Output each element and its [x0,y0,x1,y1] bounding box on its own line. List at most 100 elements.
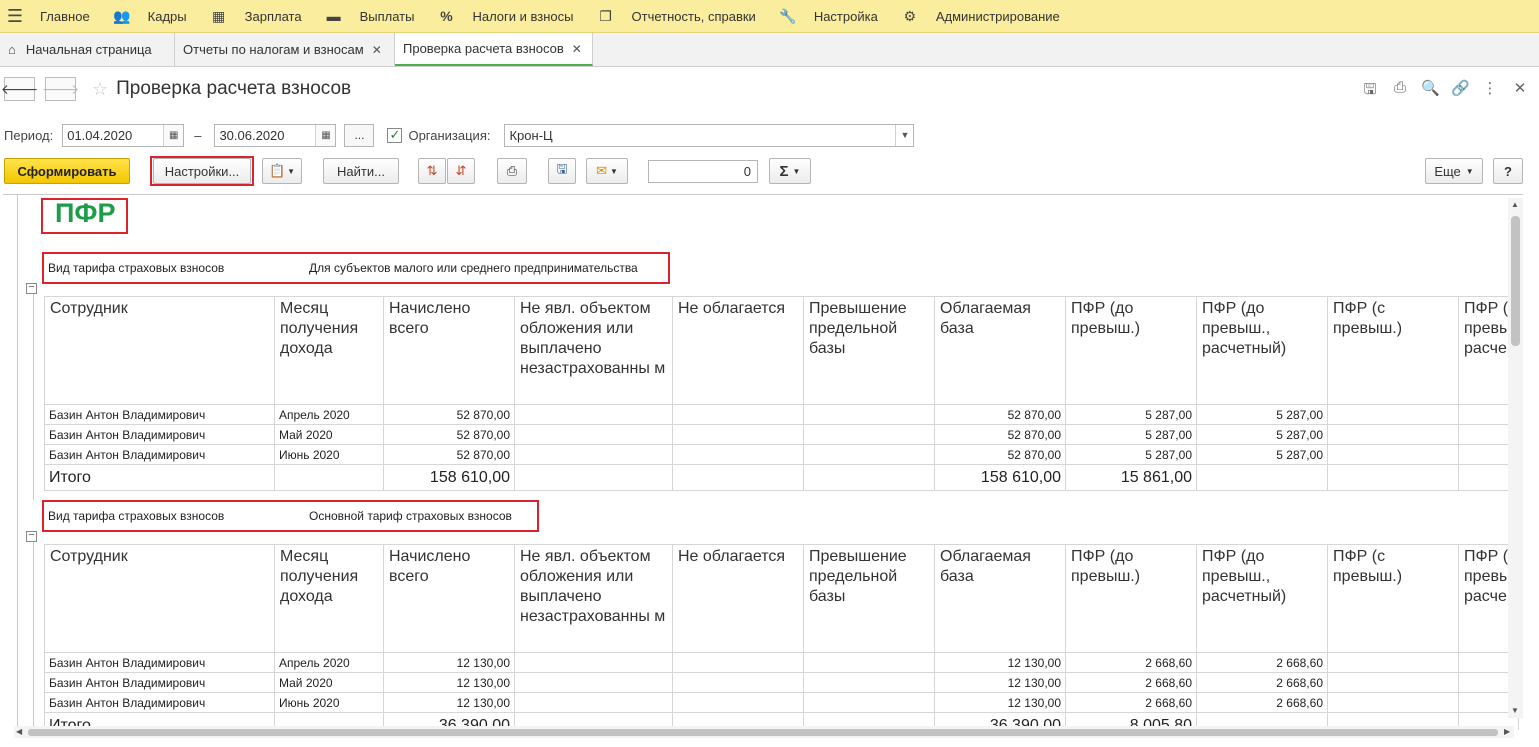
cell[interactable] [672,404,804,425]
menu-item-taxes[interactable]: % Налоги и взносы [426,0,585,33]
date-from-field[interactable]: 01.04.2020 ▦ [62,123,185,147]
cell[interactable] [1327,404,1459,425]
back-button[interactable]: 🡐 [1,77,38,101]
cell[interactable]: 5 287,00 [1196,424,1328,445]
link-icon[interactable]: 🔗 [1451,79,1470,104]
cell[interactable] [672,424,804,445]
cell[interactable]: Май 2020 [274,424,384,445]
save-button[interactable]: 🖫 [548,158,576,184]
cell[interactable]: 52 870,00 [383,404,515,425]
cell[interactable]: Базин Антон Владимирович [44,424,275,445]
calendar-icon[interactable]: ▦ [315,124,336,146]
cell[interactable]: Базин Антон Владимирович [44,444,275,465]
collapse-group-icon[interactable]: − [26,283,37,294]
cell[interactable] [672,672,804,693]
cell[interactable] [672,444,804,465]
report-spreadsheet[interactable]: ПФР Вид тарифа страховых взносов Для суб… [3,194,1523,730]
menu-item-admin[interactable]: ⚙ Администрирование [890,0,1072,33]
cell[interactable]: 52 870,00 [934,424,1066,445]
table-row[interactable]: Базин Антон Владимирович Июнь 2020 12 13… [44,692,1519,713]
cell[interactable]: 5 287,00 [1196,404,1328,425]
cell[interactable] [803,652,935,673]
cell[interactable]: 2 668,60 [1065,692,1197,713]
cell[interactable]: 5 287,00 [1065,404,1197,425]
cell[interactable]: Базин Антон Владимирович [44,652,275,673]
chevron-down-icon[interactable]: ▼ [895,124,913,146]
send-email-button[interactable]: ✉ ▼ [586,158,628,184]
hamburger-menu-icon[interactable]: ☰ [0,0,30,33]
cell[interactable] [514,464,673,491]
cell[interactable] [803,444,935,465]
cell[interactable]: 5 287,00 [1065,444,1197,465]
cell[interactable] [1327,692,1459,713]
date-from-value[interactable]: 01.04.2020 [63,125,163,146]
cell[interactable] [672,652,804,673]
cell[interactable]: Апрель 2020 [274,652,384,673]
cell[interactable]: 52 870,00 [934,404,1066,425]
vertical-scrollbar[interactable]: ▲ ▼ [1508,198,1523,718]
scroll-down-icon[interactable]: ▼ [1511,706,1519,715]
cell[interactable]: 2 668,60 [1065,652,1197,673]
find-button[interactable]: Найти... [323,158,399,184]
cell[interactable]: 2 668,60 [1065,672,1197,693]
cell[interactable]: 2 668,60 [1196,652,1328,673]
scroll-up-icon[interactable]: ▲ [1511,200,1519,209]
cell[interactable] [1327,444,1459,465]
cell[interactable]: 12 130,00 [383,652,515,673]
cell[interactable]: 2 668,60 [1196,692,1328,713]
horizontal-scrollbar[interactable]: ◀ ▶ [14,726,1514,738]
cell[interactable] [514,652,673,673]
cell[interactable] [672,692,804,713]
cell[interactable]: Итого [44,464,275,491]
tab-home[interactable]: ⌂ Начальная страница [0,33,175,66]
cell[interactable]: Базин Антон Владимирович [44,692,275,713]
period-select-button[interactable]: ... [344,123,375,147]
collapse-group-icon[interactable]: − [26,531,37,542]
save-icon[interactable]: 🖫 [1361,79,1379,104]
cell[interactable]: Июнь 2020 [274,692,384,713]
cell[interactable] [1327,672,1459,693]
variants-button[interactable]: 📋 ▼ [262,158,302,184]
preview-icon[interactable]: 🔍 [1421,79,1440,104]
table-row[interactable]: Базин Антон Владимирович Апрель 2020 12 … [44,652,1519,673]
tab-contribution-check[interactable]: Проверка расчета взносов ✕ [395,33,593,66]
table-row[interactable]: Базин Антон Владимирович Май 2020 52 870… [44,424,1519,445]
cell[interactable]: 12 130,00 [383,672,515,693]
print-icon[interactable]: ⎙ [1391,79,1409,104]
cell[interactable]: 158 610,00 [383,464,515,491]
date-to-value[interactable]: 30.06.2020 [215,125,315,146]
scrollbar-thumb[interactable] [1511,216,1520,346]
sum-button[interactable]: Σ ▼ [769,158,811,184]
cell[interactable] [803,424,935,445]
cell[interactable]: Май 2020 [274,672,384,693]
generate-button[interactable]: Сформировать [4,158,130,184]
menu-item-settings[interactable]: 🔧 Настройка [768,0,890,33]
menu-item-reports[interactable]: ❐ Отчетность, справки [586,0,768,33]
more-button[interactable]: Еще ▼ [1425,158,1483,184]
cell[interactable]: 12 130,00 [383,692,515,713]
cell[interactable] [672,464,804,491]
cell[interactable]: 158 610,00 [934,464,1066,491]
cell[interactable] [803,464,935,491]
cell[interactable] [514,424,673,445]
date-to-field[interactable]: 30.06.2020 ▦ [214,123,337,147]
cell[interactable]: 52 870,00 [383,444,515,465]
menu-item-home[interactable]: Главное [30,0,102,33]
more-vertical-icon[interactable]: ⋮ [1481,79,1499,104]
sum-field[interactable]: 0 [648,160,758,183]
cell[interactable]: 5 287,00 [1196,444,1328,465]
organization-checkbox[interactable]: ✓ [387,127,403,143]
favorite-star-icon[interactable]: ☆ [92,79,108,100]
help-button[interactable]: ? [1493,158,1523,184]
cell[interactable]: 52 870,00 [383,424,515,445]
cell[interactable]: Базин Антон Владимирович [44,672,275,693]
cell[interactable] [803,404,935,425]
cell[interactable]: Апрель 2020 [274,404,384,425]
scrollbar-thumb[interactable] [28,729,1498,736]
cell[interactable]: Базин Антон Владимирович [44,404,275,425]
table-row[interactable]: Базин Антон Владимирович Июнь 2020 52 87… [44,444,1519,465]
total-row[interactable]: Итого 158 610,00 158 610,00 15 861,00 [44,464,1519,491]
cell[interactable] [274,464,384,491]
cell[interactable] [1327,424,1459,445]
tab-tax-reports[interactable]: Отчеты по налогам и взносам ✕ [175,33,395,66]
